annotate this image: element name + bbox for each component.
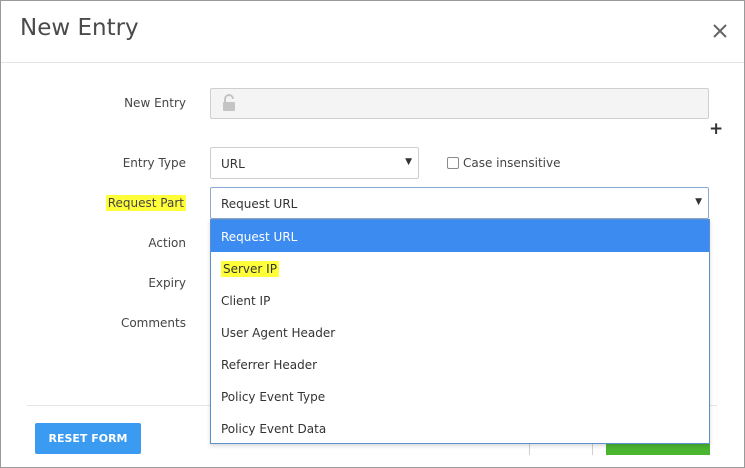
- request-part-label: Request Part: [105, 195, 186, 211]
- action-label: Action: [148, 236, 186, 250]
- dropdown-option-client-ip[interactable]: Client IP: [211, 284, 709, 316]
- dropdown-option-policy-event-data[interactable]: Policy Event Data: [211, 412, 709, 444]
- dropdown-option-user-agent-header[interactable]: User Agent Header: [211, 316, 709, 348]
- dialog-title: New Entry: [20, 15, 139, 41]
- request-part-dropdown: Request URL Server IP Client IP User Age…: [210, 219, 710, 444]
- expiry-label: Expiry: [148, 276, 186, 290]
- case-insensitive-label: Case insensitive: [463, 156, 561, 170]
- new-entry-dialog: New Entry New Entry + Entry Type URL ▼ C…: [0, 0, 745, 468]
- new-entry-label: New Entry: [124, 96, 186, 110]
- option-label: Policy Event Data: [221, 422, 327, 436]
- option-label: Referrer Header: [221, 358, 318, 372]
- close-icon[interactable]: [708, 19, 732, 43]
- option-label: Policy Event Type: [221, 390, 326, 404]
- case-insensitive-checkbox[interactable]: [447, 157, 459, 169]
- plus-icon[interactable]: +: [709, 119, 723, 139]
- dropdown-option-server-ip[interactable]: Server IP: [211, 252, 709, 284]
- option-label: Client IP: [221, 294, 271, 308]
- request-part-value: Request URL: [221, 197, 298, 211]
- option-label: Request URL: [221, 230, 298, 244]
- request-part-select[interactable]: Request URL ▼: [210, 187, 709, 219]
- caret-down-icon: ▼: [405, 157, 412, 167]
- case-insensitive-option[interactable]: Case insensitive: [447, 156, 560, 170]
- reset-form-button[interactable]: RESET FORM: [35, 423, 141, 454]
- lock-icon: [223, 94, 235, 111]
- new-entry-input[interactable]: [210, 88, 709, 119]
- entry-type-label: Entry Type: [122, 156, 186, 170]
- comments-label: Comments: [120, 316, 186, 330]
- entry-type-value: URL: [221, 157, 245, 171]
- caret-down-icon: ▼: [695, 197, 702, 207]
- dropdown-option-request-url[interactable]: Request URL: [211, 220, 709, 252]
- option-label: Server IP: [221, 261, 279, 277]
- dropdown-option-policy-event-type[interactable]: Policy Event Type: [211, 380, 709, 412]
- option-label: User Agent Header: [221, 326, 336, 340]
- dialog-header: New Entry: [1, 1, 744, 63]
- entry-type-select[interactable]: URL ▼: [210, 147, 419, 179]
- dropdown-option-referrer-header[interactable]: Referrer Header: [211, 348, 709, 380]
- request-part-label-wrap: Request Part: [26, 195, 186, 211]
